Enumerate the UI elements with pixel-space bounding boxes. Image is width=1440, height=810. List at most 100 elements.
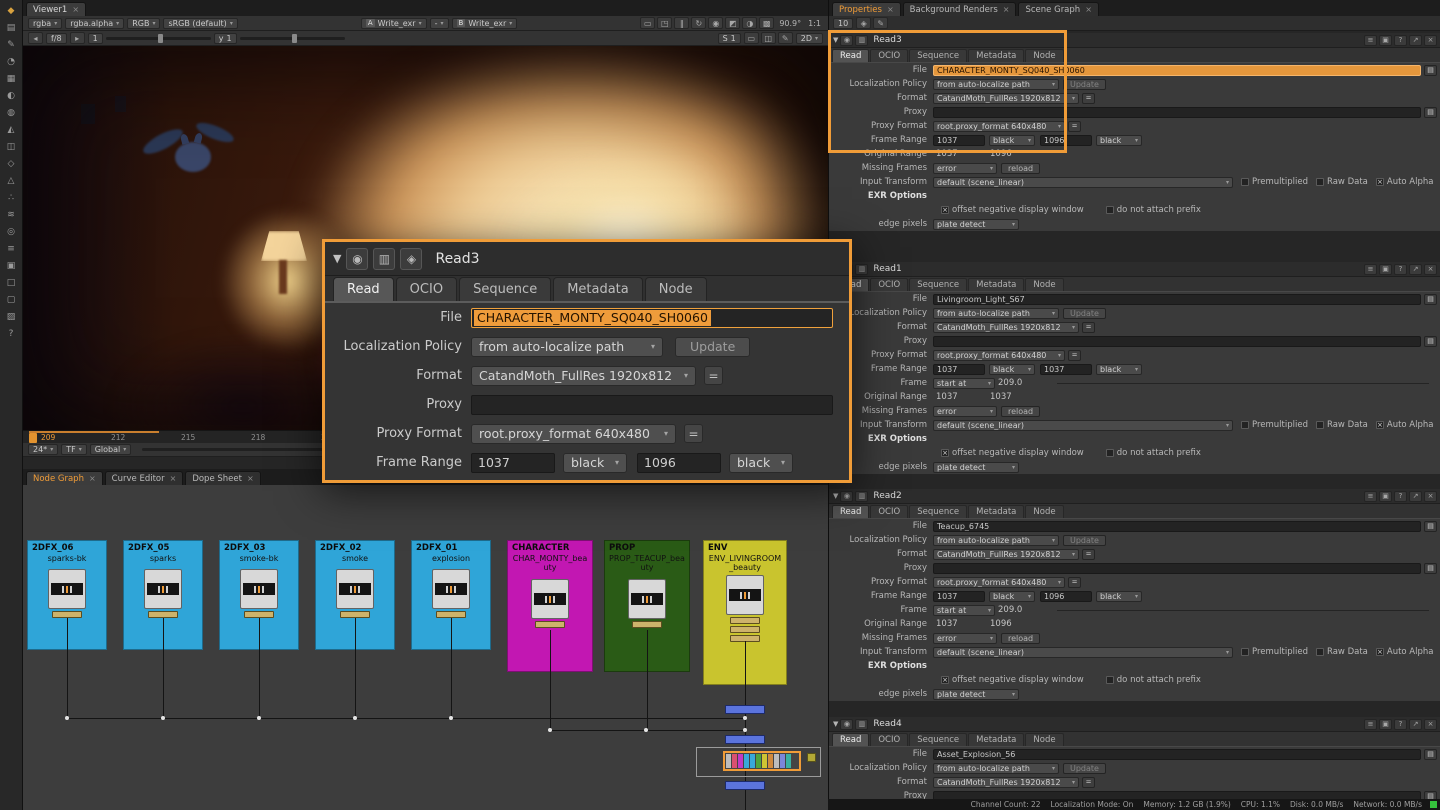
tab-read[interactable]: Read	[333, 277, 394, 301]
maximize-icon[interactable]: ↗	[1409, 264, 1422, 275]
wipe-icon[interactable]: ◫	[761, 32, 776, 44]
reload-button[interactable]: reload	[1001, 163, 1040, 174]
panel-collapse-icon[interactable]: ▼	[833, 720, 838, 728]
close-panel-icon[interactable]: ×	[1424, 719, 1437, 730]
panel-collapse-icon[interactable]: ▼	[833, 492, 838, 500]
tab-scene-graph[interactable]: Scene Graph ×	[1018, 2, 1098, 16]
menu-icon[interactable]: ≡	[1364, 491, 1377, 502]
center-node-icon[interactable]: ◉	[840, 491, 853, 502]
postage-stamp-icon[interactable]: ▥	[855, 35, 868, 46]
file-browser-icon[interactable]: ▤	[1424, 336, 1437, 347]
panel-collapse-icon[interactable]: ▼	[833, 36, 838, 44]
tab-read[interactable]: Read	[832, 733, 869, 746]
close-icon[interactable]: ×	[247, 474, 254, 483]
archive-icon[interactable]: ▢	[2, 292, 21, 308]
read-node[interactable]	[336, 569, 374, 609]
frame-slider[interactable]	[1057, 610, 1429, 611]
merge-node[interactable]	[725, 735, 765, 744]
missing-frames-dropdown[interactable]: error▾	[933, 163, 997, 174]
close-icon[interactable]: ×	[887, 5, 894, 14]
frame-first-field[interactable]: 1037	[933, 364, 985, 375]
tab-background-renders[interactable]: Background Renders ×	[903, 2, 1017, 16]
close-icon[interactable]: ×	[1085, 5, 1092, 14]
frame-last-field[interactable]: 1096	[1040, 591, 1092, 602]
proxy-format-dropdown[interactable]: root.proxy_format 640x480 ▾	[471, 424, 676, 444]
frame-last-mode-dropdown[interactable]: black▾	[1096, 364, 1142, 375]
postage-stamp-icon[interactable]: ▥	[855, 719, 868, 730]
panel-collapse-icon[interactable]: ▼	[333, 252, 341, 265]
no-prefix-checkbox[interactable]	[1106, 449, 1114, 457]
frame-last-mode-dropdown[interactable]: black▾	[1096, 591, 1142, 602]
proxy-format-equals-button[interactable]: =	[684, 424, 703, 443]
render-icon[interactable]: ▨	[2, 309, 21, 325]
frame-last-field[interactable]: 1096	[1040, 135, 1092, 146]
file-field[interactable]: Livingroom_Light_S67	[933, 294, 1421, 305]
proxy-field[interactable]	[933, 563, 1421, 574]
tab-sequence[interactable]: Sequence	[909, 278, 967, 291]
update-button[interactable]: Update	[675, 337, 750, 357]
read-node[interactable]	[726, 575, 764, 615]
proxy-field[interactable]	[933, 336, 1421, 347]
time-icon[interactable]: ◔	[2, 54, 21, 70]
localization-policy-dropdown[interactable]: from auto-localize path▾	[933, 308, 1059, 319]
close-panel-icon[interactable]: ×	[1424, 264, 1437, 275]
file-browser-icon[interactable]: ▤	[1424, 65, 1437, 76]
input-transform-dropdown[interactable]: default (scene_linear)▾	[933, 420, 1233, 431]
file-browser-icon[interactable]: ▤	[1424, 749, 1437, 760]
float-panel-icon[interactable]: ▣	[1379, 264, 1392, 275]
close-icon[interactable]: ×	[170, 474, 177, 483]
auto-alpha-checkbox[interactable]: ×	[1376, 421, 1384, 429]
tab-metadata[interactable]: Metadata	[968, 278, 1024, 291]
manage-node-icon[interactable]: ◈	[400, 248, 422, 270]
missing-frames-dropdown[interactable]: error▾	[933, 633, 997, 644]
viewer-colorspace-dropdown[interactable]: sRGB (default) ▾	[163, 18, 237, 29]
gain-slider[interactable]	[106, 37, 211, 40]
premultiplied-checkbox[interactable]	[1241, 178, 1249, 186]
pencil-icon[interactable]: ✎	[778, 32, 793, 44]
draw-icon[interactable]: ✎	[2, 37, 21, 53]
localization-policy-dropdown[interactable]: from auto-localize path▾	[933, 79, 1059, 90]
close-icon[interactable]: ×	[89, 474, 96, 483]
menu-icon[interactable]: ≡	[1364, 35, 1377, 46]
timeline-frames-dropdown[interactable]: TF ▾	[61, 444, 87, 455]
menu-icon[interactable]: ≡	[1364, 264, 1377, 275]
help-icon[interactable]: ?	[1394, 264, 1407, 275]
premultiplied-checkbox[interactable]	[1241, 421, 1249, 429]
frame-last-mode-dropdown[interactable]: black▾	[1096, 135, 1142, 146]
gain-increment-icon[interactable]: ▸	[70, 32, 85, 44]
proxy-format-dropdown[interactable]: root.proxy_format 640x480▾	[933, 577, 1065, 588]
proxy-format-dropdown[interactable]: root.proxy_format 640x480▾	[933, 121, 1065, 132]
format-equals-button[interactable]: =	[1082, 777, 1095, 788]
layer-dropdown[interactable]: rgba ▾	[28, 18, 62, 29]
frame-slider[interactable]	[1057, 383, 1429, 384]
proxy-format-dropdown[interactable]: root.proxy_format 640x480▾	[933, 350, 1065, 361]
gamma-toggle-icon[interactable]: ◑	[742, 17, 757, 29]
offset-negative-checkbox[interactable]: ×	[941, 206, 949, 214]
help-icon[interactable]: ?	[1394, 491, 1407, 502]
postage-stamp-icon[interactable]: ▥	[855, 264, 868, 275]
pause-updates-icon[interactable]: ‖	[674, 17, 689, 29]
help-icon[interactable]: ?	[1394, 35, 1407, 46]
edge-pixels-dropdown[interactable]: plate detect▾	[933, 219, 1019, 230]
frame-first-mode-dropdown[interactable]: black ▾	[563, 453, 627, 473]
offset-negative-checkbox[interactable]: ×	[941, 449, 949, 457]
maximize-icon[interactable]: ↗	[1409, 719, 1422, 730]
edge-pixels-dropdown[interactable]: plate detect▾	[933, 462, 1019, 473]
tab-node[interactable]: Node	[1025, 49, 1063, 62]
input-process-icon[interactable]: ◉	[708, 17, 723, 29]
tab-sequence[interactable]: Sequence	[909, 49, 967, 62]
no-prefix-checkbox[interactable]	[1106, 676, 1114, 684]
input-a-dropdown[interactable]: A Write_exr ▾	[361, 18, 427, 29]
localization-policy-dropdown[interactable]: from auto-localize path▾	[933, 535, 1059, 546]
auto-alpha-checkbox[interactable]: ×	[1376, 178, 1384, 186]
raw-data-checkbox[interactable]	[1316, 648, 1324, 656]
frame-mode-dropdown[interactable]: start at▾	[933, 378, 995, 389]
format-equals-button[interactable]: =	[704, 366, 723, 385]
channel-icon[interactable]: ▦	[2, 71, 21, 87]
close-icon[interactable]: ×	[72, 5, 79, 14]
file-field[interactable]: CHARACTER_MONTY_SQ040_SH0060	[933, 65, 1421, 76]
merge-node[interactable]	[725, 781, 765, 790]
premultiplied-checkbox[interactable]	[1241, 648, 1249, 656]
selected-node-group[interactable]	[723, 751, 801, 771]
format-equals-button[interactable]: =	[1082, 322, 1095, 333]
